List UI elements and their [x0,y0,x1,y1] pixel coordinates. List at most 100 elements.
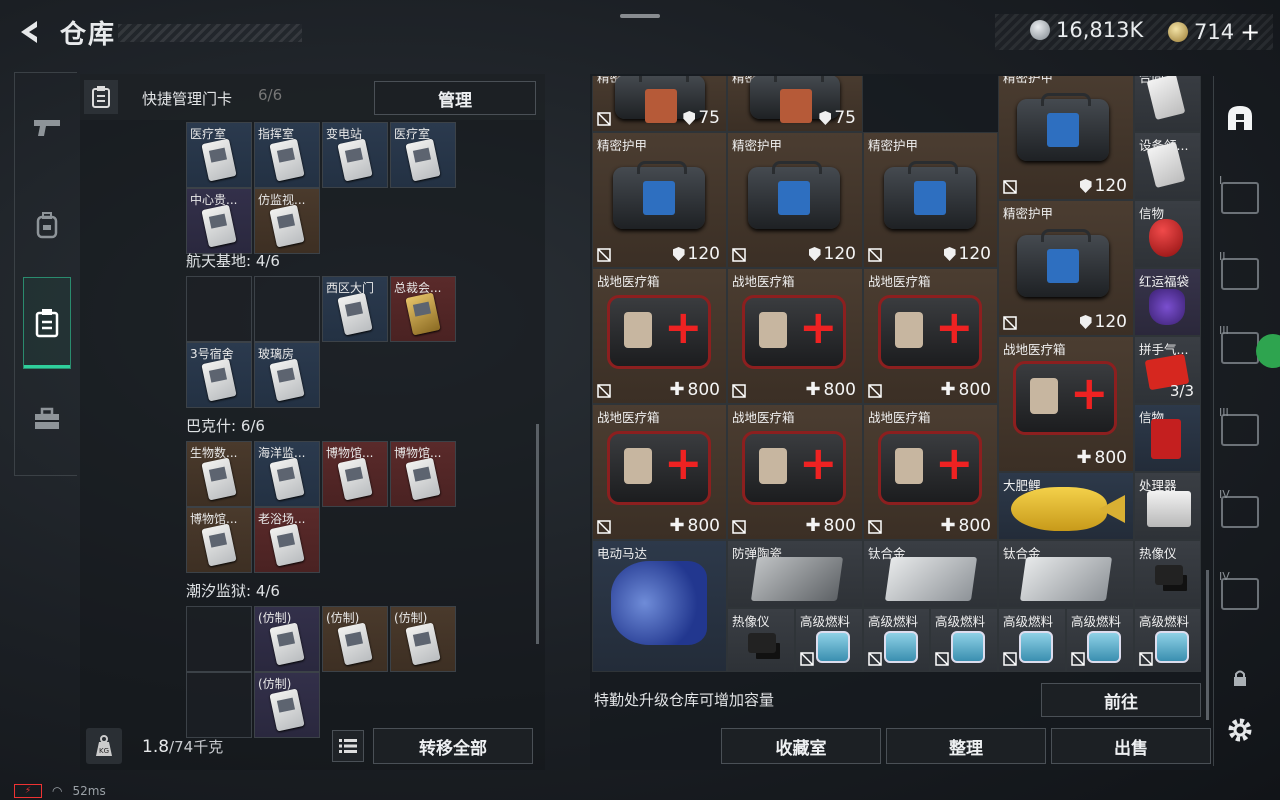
item-fuel[interactable]: 高级燃料 [795,608,863,672]
keycard-slot[interactable]: 医疗室 [390,122,456,188]
left-nav [14,72,77,476]
item-label: 战地医疗箱 [732,274,795,289]
keycard-slot[interactable]: 玻璃房 [254,342,320,408]
keycard-slot[interactable]: 西区大门 [322,276,388,342]
shield-icon [672,247,685,261]
item-token[interactable]: 信物 [1134,404,1201,472]
plus-icon: ✚ [1076,447,1092,468]
keycard-slot[interactable]: (仿制) [254,606,320,672]
item-token[interactable]: 信物 [1134,200,1201,268]
item-red-envelope[interactable]: 拼手气... 3/3 [1134,336,1201,404]
keycard-slot[interactable]: 博物馆... [186,507,252,573]
keycard-slot[interactable]: 博物馆... [390,441,456,507]
keycard-slot[interactable]: 变电站 [322,122,388,188]
item-medkit[interactable]: 战地医疗箱 ✚800 [592,268,727,404]
item-thermal[interactable]: 热像仪 [1134,540,1201,608]
item-carp[interactable]: 大肥鲤 [998,472,1134,540]
nav-backpack[interactable] [25,203,69,247]
back-button[interactable] [12,14,48,50]
keycard-slot[interactable]: 老浴场... [254,507,320,573]
item-helmet[interactable]: 精密头盔 75 [592,76,727,132]
item-fuel[interactable]: 高级燃料 [998,608,1066,672]
tab-sub-warehouse[interactable]: IV [1219,570,1260,612]
item-medkit[interactable]: 战地医疗箱 ✚800 [863,268,998,404]
empty-keycard-slot[interactable] [186,606,252,672]
item-titanium[interactable]: 钛合金 [998,540,1134,608]
item-helmet[interactable]: 精密头盔 75 [727,76,863,132]
item-fuel[interactable]: 高级燃料 [863,608,930,672]
keycard-slot[interactable]: 中心贵... [186,188,252,254]
empty-keycard-slot[interactable] [254,276,320,342]
collection-room-button[interactable]: 收藏室 [721,728,881,764]
item-processor[interactable]: 处理器 [1134,472,1201,540]
tab-sub-warehouse[interactable]: IV [1219,488,1260,530]
empty-keycard-slot[interactable] [186,672,252,738]
item-armor[interactable]: 精密护甲 120 [998,200,1134,336]
left-scrollbar[interactable] [536,424,539,644]
tab-sub-warehouse[interactable]: II [1219,250,1260,292]
sell-button[interactable]: 出售 [1051,728,1211,764]
title-decoration [118,24,302,42]
tab-sub-warehouse[interactable]: III [1219,324,1260,366]
transfer-all-button[interactable]: 转移全部 [373,728,533,764]
storage-box-icon: II [1219,250,1259,290]
item-motor[interactable]: 电动马达 [592,540,727,672]
keycard-slot[interactable]: (仿制) [390,606,456,672]
right-scrollbar[interactable] [1206,570,1209,720]
tab-sub-warehouse[interactable]: I [1219,174,1260,216]
nav-weapon[interactable] [25,105,69,149]
nav-keycards-active[interactable] [23,277,71,369]
item-armor[interactable]: 精密护甲 120 [592,132,727,268]
armor-icon [884,161,976,229]
item-medkit[interactable]: 战地医疗箱 ✚800 [592,404,727,540]
keycard-slot[interactable]: 博物馆... [322,441,388,507]
thermal-imager-icon [1155,565,1183,585]
keycard-slot[interactable]: (仿制) [254,672,320,738]
item-fuel[interactable]: 高级燃料 [930,608,998,672]
item-medkit[interactable]: 战地医疗箱 ✚800 [727,268,863,404]
item-lucky-bag[interactable]: 红运福袋 [1134,268,1201,336]
item-armor[interactable]: 精密护甲 120 [727,132,863,268]
tab-sub-warehouse[interactable]: III [1219,406,1260,448]
keycard-slot[interactable]: 海洋监... [254,441,320,507]
keycard-slot[interactable]: 指挥室 [254,122,320,188]
empty-keycard-slot[interactable] [186,276,252,342]
silver-amount: 16,813K [1056,18,1144,42]
manage-button[interactable]: 管理 [374,81,536,115]
item-fuel[interactable]: 高级燃料 [1066,608,1134,672]
item-armor[interactable]: 精密护甲 120 [998,76,1134,200]
no-insure-icon [800,652,814,666]
go-button[interactable]: 前往 [1041,683,1201,717]
keycard-slot[interactable]: 仿监视... [254,188,320,254]
keycard-slot[interactable]: 3号宿舍 [186,342,252,408]
item-armor[interactable]: 精密护甲 120 [863,132,998,268]
keycard-slot[interactable]: (仿制) [322,606,388,672]
settings-button[interactable] [1220,712,1260,748]
item-titanium[interactable]: 钛合金 [863,540,998,608]
keycard-slot[interactable]: 医疗室 [186,122,252,188]
keycard-icon [201,523,237,567]
medkit-icon [607,295,711,369]
item-medkit[interactable]: 战地医疗箱 ✚800 [727,404,863,540]
medkit-icon [878,295,982,369]
list-view-button[interactable] [332,730,364,762]
tab-main-warehouse[interactable] [1220,100,1260,136]
keycard-slot[interactable]: 生物数... [186,441,252,507]
item-document[interactable]: 合同... [1134,76,1201,132]
fish-icon [1011,487,1107,531]
gold-currency[interactable]: 714 + [1168,18,1260,46]
no-insure-icon [732,520,746,534]
nav-toolbox[interactable] [25,397,69,441]
keycard-slot[interactable]: 总裁会... [390,276,456,342]
drag-handle[interactable] [620,14,660,18]
item-medkit[interactable]: 战地医疗箱 ✚800 [863,404,998,540]
item-ceramic-plate[interactable]: 防弹陶瓷 [727,540,863,608]
section-title: 航天基地: 4/6 [186,252,280,270]
item-fuel[interactable]: 高级燃料 [1134,608,1201,672]
item-medkit[interactable]: 战地医疗箱 ✚800 [998,336,1134,472]
item-document[interactable]: 设备领... [1134,132,1201,200]
organize-button[interactable]: 整理 [886,728,1046,764]
processor-icon [1147,491,1191,527]
item-thermal[interactable]: 热像仪 [727,608,795,672]
add-currency-icon[interactable]: + [1240,18,1260,46]
